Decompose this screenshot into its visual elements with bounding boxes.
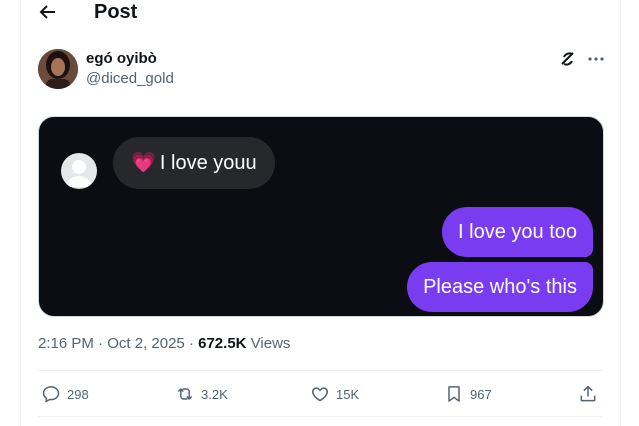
avatar-photo bbox=[38, 49, 78, 89]
more-icon bbox=[588, 57, 604, 61]
meta-separator: · bbox=[93, 335, 108, 352]
post-time[interactable]: 2:16 PM bbox=[38, 335, 94, 352]
chat-contact-avatar bbox=[61, 153, 97, 189]
reply-icon bbox=[42, 386, 60, 403]
divider bbox=[38, 416, 603, 417]
bookmark-icon bbox=[448, 386, 460, 402]
more-button[interactable] bbox=[586, 49, 606, 69]
post-date[interactable]: Oct 2, 2025 bbox=[107, 335, 185, 352]
outgoing-message-bubble: I love you too bbox=[442, 207, 593, 257]
repost-icon bbox=[177, 388, 193, 400]
meta-separator: · bbox=[184, 335, 199, 352]
heart-emoji: 💗 bbox=[131, 152, 156, 174]
like-count: 15K bbox=[336, 386, 360, 402]
views-count: 672.5K bbox=[198, 335, 247, 352]
post-meta: 2:16 PM · Oct 2, 2025 · 672.5K Views bbox=[38, 335, 290, 353]
incoming-message-text: I love youu bbox=[159, 152, 257, 174]
reply-button[interactable]: 298 bbox=[41, 383, 89, 405]
bookmark-button[interactable]: 967 bbox=[444, 383, 492, 405]
heart-icon bbox=[311, 387, 329, 402]
grok-button[interactable] bbox=[558, 49, 578, 69]
author-avatar[interactable] bbox=[38, 49, 78, 89]
top-bar: Post bbox=[0, 0, 639, 28]
grok-icon bbox=[561, 52, 574, 66]
share-icon bbox=[580, 385, 596, 402]
arrow-left-icon bbox=[39, 5, 55, 19]
repost-button[interactable]: 3.2K bbox=[175, 383, 228, 405]
page-title: Post bbox=[94, 1, 138, 23]
outgoing-message-bubble: Please who's this bbox=[407, 262, 593, 312]
share-button[interactable] bbox=[578, 383, 598, 405]
author-name[interactable]: egó oyibò bbox=[86, 50, 157, 68]
bookmark-count: 967 bbox=[470, 386, 492, 402]
divider bbox=[38, 370, 603, 371]
like-button[interactable]: 15K bbox=[310, 383, 359, 405]
default-avatar-icon bbox=[66, 160, 92, 187]
back-button[interactable] bbox=[36, 0, 60, 24]
repost-count: 3.2K bbox=[201, 386, 228, 402]
views-label: Views bbox=[250, 335, 291, 352]
post-image[interactable]: 💗 I love youu I love you too Please who'… bbox=[38, 116, 604, 317]
author-handle[interactable]: @diced_gold bbox=[86, 70, 174, 88]
incoming-message-bubble: 💗 I love youu bbox=[113, 137, 275, 189]
reply-count: 298 bbox=[67, 386, 89, 402]
